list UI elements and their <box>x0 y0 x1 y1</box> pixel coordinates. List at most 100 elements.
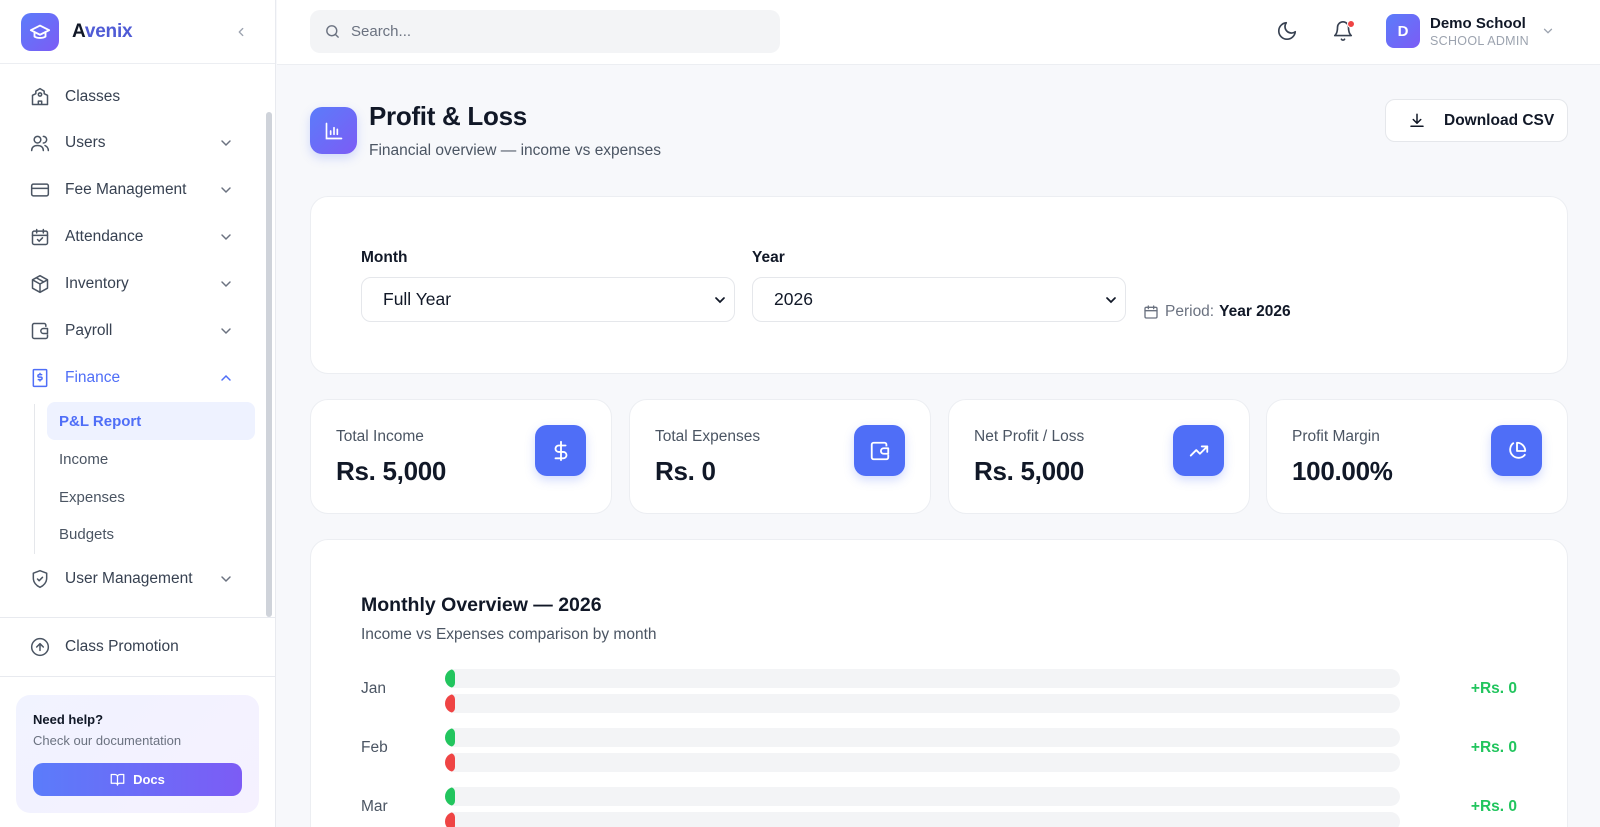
stat-label: Net Profit / Loss <box>974 428 1085 445</box>
moon-icon <box>1277 21 1297 41</box>
sidebar-item-class-promotion[interactable]: Class Promotion <box>20 628 244 666</box>
year-label: Year <box>752 249 785 266</box>
year-select-value: 2026 <box>774 289 813 309</box>
stat-card-net-profit: Net Profit / Loss Rs. 5,000 <box>948 399 1250 514</box>
chevron-down-icon <box>1543 28 1553 34</box>
user-role: SCHOOL ADMIN <box>1430 33 1529 48</box>
sidebar-scrollbar[interactable] <box>266 112 272 617</box>
stat-card-total-expenses: Total Expenses Rs. 0 <box>629 399 931 514</box>
sidebar-item-finance[interactable]: Finance <box>20 359 244 397</box>
sidebar-item-label: Class Promotion <box>65 638 179 655</box>
sidebar-item-attendance[interactable]: Attendance <box>20 218 244 256</box>
help-card: Need help? Check our documentation Docs <box>16 695 259 813</box>
sidebar-item-payroll[interactable]: Payroll <box>20 312 244 350</box>
topbar: D Demo School SCHOOL ADMIN <box>277 0 1600 65</box>
sidebar-item-label: Finance <box>65 369 121 386</box>
search-icon <box>326 25 339 38</box>
search-box[interactable] <box>310 10 780 53</box>
sidebar-item-label: Users <box>65 134 106 151</box>
period-label: Period: <box>1165 303 1215 320</box>
year-select[interactable]: 2026 <box>752 277 1126 322</box>
docs-button[interactable]: Docs <box>33 763 242 796</box>
month-label: Jan <box>361 680 386 697</box>
chevron-down-icon <box>221 328 231 335</box>
expense-bar <box>445 753 455 772</box>
expense-bar-track <box>445 812 1400 827</box>
period-value: Year 2026 <box>1219 303 1291 320</box>
page-title: Profit & Loss <box>369 101 527 131</box>
month-select-value: Full Year <box>383 289 452 309</box>
receipt-icon <box>29 367 51 389</box>
sidebar-item-fee-management[interactable]: Fee Management <box>20 171 244 209</box>
month-label: Month <box>361 249 408 266</box>
package-icon <box>29 273 51 295</box>
chevron-down-icon <box>221 281 231 288</box>
sidebar-item-users[interactable]: Users <box>20 124 244 162</box>
expense-bar-track <box>445 694 1400 713</box>
sidebar-item-label: Fee Management <box>65 181 187 198</box>
notifications-button[interactable] <box>1332 20 1356 44</box>
school-icon <box>29 86 51 108</box>
chevron-down-icon <box>221 140 231 147</box>
month-label: Feb <box>361 739 388 756</box>
monthly-overview-card: Monthly Overview — 2026 Income vs Expens… <box>310 539 1568 827</box>
month-net-value: +Rs. 0 <box>1470 680 1517 697</box>
month-label: Mar <box>361 798 388 815</box>
stat-card-profit-margin: Profit Margin 100.00% <box>1266 399 1568 514</box>
filter-card: Month Full Year Year 2026 Period: Year 2… <box>310 196 1568 374</box>
sidebar-nav: Classes Users Fee Management Attendance … <box>0 64 276 617</box>
sidebar-item-label: Classes <box>65 88 121 105</box>
chevron-down-icon <box>1106 297 1116 304</box>
bar-chart-icon <box>310 107 357 154</box>
user-menu[interactable]: D Demo School SCHOOL ADMIN <box>1386 14 1555 48</box>
credit-card-icon <box>29 179 51 201</box>
dollar-icon <box>535 425 586 476</box>
download-icon <box>1410 113 1424 127</box>
download-csv-label: Download CSV <box>1444 111 1555 129</box>
stat-card-total-income: Total Income Rs. 5,000 <box>310 399 612 514</box>
theme-toggle-button[interactable] <box>1276 20 1300 44</box>
sidebar-subitem-budgets[interactable]: Budgets <box>47 515 255 553</box>
submenu-guide-line <box>34 404 35 554</box>
sidebar-item-label: Inventory <box>65 275 129 292</box>
brand: Avenix <box>0 0 275 64</box>
month-net-value: +Rs. 0 <box>1470 798 1517 815</box>
sidebar: Avenix Classes Users Fee Management Atte… <box>0 0 276 827</box>
month-select[interactable]: Full Year <box>361 277 735 322</box>
download-csv-button[interactable]: Download CSV <box>1385 99 1568 142</box>
overview-title: Monthly Overview — 2026 <box>361 594 602 616</box>
users-icon <box>29 132 51 154</box>
arrow-up-circle-icon <box>29 636 51 658</box>
chevron-down-icon <box>715 297 725 304</box>
trending-up-icon <box>1173 425 1224 476</box>
sidebar-item-user-management[interactable]: User Management <box>20 560 244 598</box>
sidebar-subitem-pl-report[interactable]: P&L Report <box>47 402 255 440</box>
income-bar-track <box>445 728 1400 747</box>
sidebar-item-inventory[interactable]: Inventory <box>20 265 244 303</box>
stat-value: Rs. 5,000 <box>974 456 1085 486</box>
income-bar <box>445 728 455 747</box>
avatar: D <box>1386 14 1420 48</box>
book-open-icon <box>110 773 125 786</box>
chevron-up-icon <box>221 374 231 381</box>
collapse-sidebar-button[interactable] <box>231 22 251 42</box>
sidebar-subitem-income[interactable]: Income <box>47 440 255 478</box>
pie-chart-icon <box>1491 425 1542 476</box>
income-bar <box>445 787 455 806</box>
calendar-icon <box>1144 305 1158 319</box>
divider <box>0 676 276 677</box>
brand-name-prefix: A <box>72 20 85 42</box>
help-title: Need help? <box>33 712 104 727</box>
sidebar-item-classes[interactable]: Classes <box>20 78 244 116</box>
docs-button-label: Docs <box>133 772 165 787</box>
chevron-down-icon <box>221 234 231 241</box>
sidebar-subitem-expenses[interactable]: Expenses <box>47 478 255 516</box>
overview-subtitle: Income vs Expenses comparison by month <box>361 626 657 643</box>
shield-check-icon <box>29 568 51 590</box>
chevron-down-icon <box>221 187 231 194</box>
stat-value: Rs. 0 <box>655 456 716 486</box>
search-input[interactable] <box>351 23 751 40</box>
brand-name[interactable]: Avenix <box>72 20 133 43</box>
expense-bar <box>445 812 455 827</box>
period-indicator: Period: Year 2026 <box>1143 303 1291 321</box>
